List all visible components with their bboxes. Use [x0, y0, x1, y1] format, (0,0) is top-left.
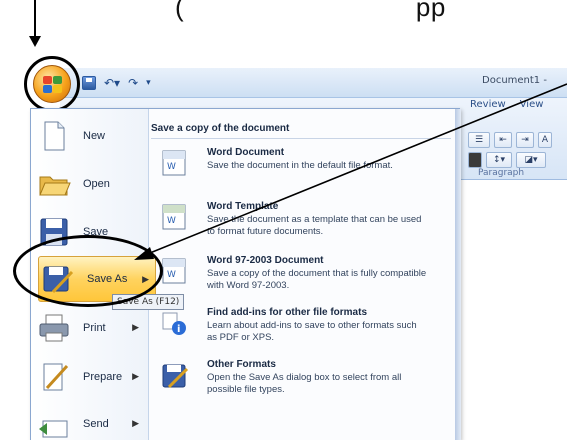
screenshot: ( pp Document1 - Review View ☰ ⇤ ⇥ A ↕▾ … — [0, 0, 567, 440]
pointer-arrow-icon — [134, 83, 567, 260]
